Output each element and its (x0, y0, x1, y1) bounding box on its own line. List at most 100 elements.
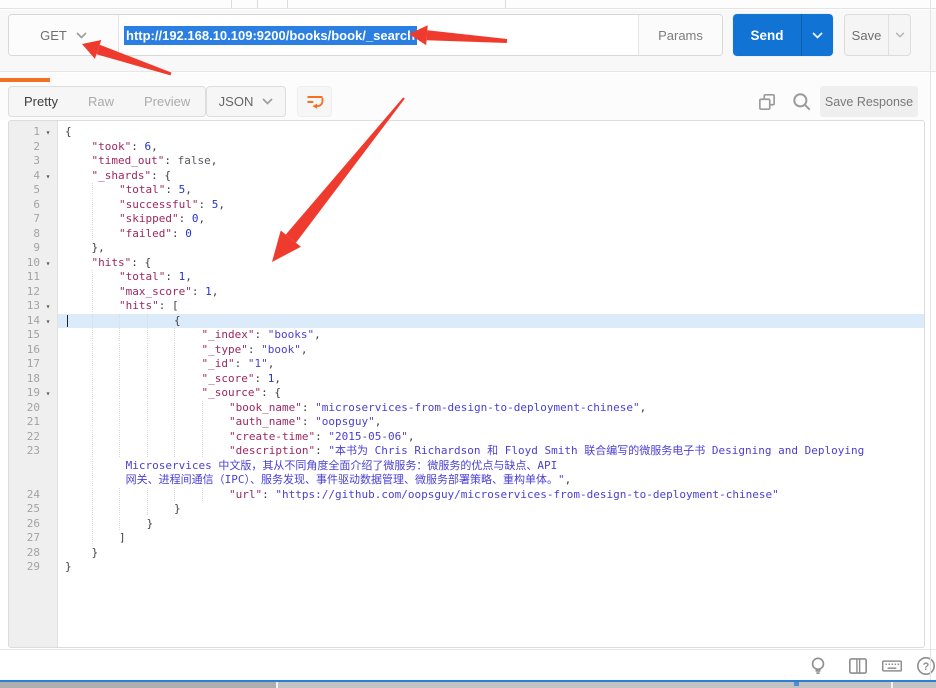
code-line-content: "failed": 0 (58, 227, 924, 242)
line-number: 23 (9, 444, 40, 459)
wrap-text-icon (305, 92, 325, 112)
response-body-editor[interactable]: 1▾{2 "took": 6,3 "timed_out": false,4▾ "… (8, 120, 925, 648)
save-response-button[interactable]: Save Response (820, 86, 918, 117)
background-window-tab (0, 682, 276, 688)
status-bar: ? (0, 649, 936, 680)
help-icon[interactable]: ? (914, 654, 936, 678)
request-tabs-strip (0, 0, 936, 9)
send-button[interactable]: Send (733, 14, 801, 56)
code-line-content: "auth_name": "oopsguy", (58, 415, 924, 430)
line-number-cell: 26 (9, 517, 58, 532)
line-number: 25 (9, 502, 40, 517)
send-options-dropdown[interactable] (801, 14, 833, 56)
line-number-cell: 13▾ (9, 299, 58, 314)
save-options-dropdown[interactable] (888, 15, 910, 55)
fold-toggle-icon[interactable]: ▾ (40, 169, 56, 184)
line-number-cell: 12 (9, 285, 58, 300)
code-line: 网关、进程间通信（IPC）、服务发现、事件驱动数据管理、微服务部署策略、重构单体… (9, 473, 924, 488)
line-number: 13 (9, 299, 40, 314)
code-line-content: "_score": 1, (58, 372, 924, 387)
line-number-cell: 15 (9, 328, 58, 343)
code-line-content: { (58, 314, 924, 329)
line-number: 5 (9, 183, 40, 198)
code-line-content: "hits": { (58, 256, 924, 271)
line-number: 4 (9, 169, 40, 184)
search-icon (791, 91, 813, 113)
line-number-cell: 2 (9, 140, 58, 155)
code-line: 26 } (9, 517, 924, 532)
text-cursor (67, 315, 68, 327)
fold-toggle-icon[interactable]: ▾ (40, 256, 56, 271)
code-line: 5 "total": 5, (9, 183, 924, 198)
chevron-down-icon (76, 32, 87, 39)
tab-pretty[interactable]: Pretty (9, 87, 73, 116)
line-number: 19 (9, 386, 40, 401)
code-line: 6 "successful": 5, (9, 198, 924, 213)
line-number-cell: 4▾ (9, 169, 58, 184)
line-number-cell: 17 (9, 357, 58, 372)
line-number: 3 (9, 154, 40, 169)
code-line-content: "timed_out": false, (58, 154, 924, 169)
code-line-content: "url": "https://github.com/oopsguy/micro… (58, 488, 924, 503)
line-number: 20 (9, 401, 40, 416)
params-button[interactable]: Params (638, 15, 722, 55)
tab-raw[interactable]: Raw (73, 87, 129, 116)
line-number-cell: 29 (9, 560, 58, 575)
line-number-cell (9, 459, 58, 474)
postman-app-window: GET http://192.168.10.109:9200/books/boo… (0, 0, 936, 688)
line-number: 9 (9, 241, 40, 256)
code-line-content: Microservices 中文版，其从不同角度全面介绍了微服务：微服务的优点与… (58, 459, 924, 474)
code-line: 16 "_type": "book", (9, 343, 924, 358)
line-number: 24 (9, 488, 40, 503)
code-line: 13▾ "hits": [ (9, 299, 924, 314)
code-line: 25 } (9, 502, 924, 517)
wrap-text-button[interactable] (297, 86, 332, 117)
fold-toggle-icon[interactable]: ▾ (40, 125, 56, 140)
tab-preview[interactable]: Preview (129, 87, 205, 116)
code-area: 1▾{2 "took": 6,3 "timed_out": false,4▾ "… (9, 121, 924, 575)
fold-toggle-icon[interactable]: ▾ (40, 299, 56, 314)
tab-divider (505, 0, 506, 8)
line-number: 21 (9, 415, 40, 430)
fold-toggle-icon[interactable]: ▾ (40, 386, 56, 401)
search-response-button[interactable] (791, 91, 813, 113)
chevron-down-icon (262, 98, 273, 105)
copy-response-button[interactable] (756, 91, 778, 113)
line-number: 18 (9, 372, 40, 387)
url-selected-text: http://192.168.10.109:9200/books/book/_s… (124, 26, 417, 45)
line-number: 12 (9, 285, 40, 300)
tab-divider (287, 0, 288, 8)
line-number: 10 (9, 256, 40, 271)
params-label: Params (658, 28, 703, 43)
line-number-cell: 14▾ (9, 314, 58, 329)
http-method-label: GET (40, 28, 67, 43)
response-view-tabs: Pretty Raw Preview (8, 86, 206, 117)
request-builder: GET http://192.168.10.109:9200/books/boo… (0, 10, 936, 72)
code-line: Microservices 中文版，其从不同角度全面介绍了微服务：微服务的优点与… (9, 459, 924, 474)
line-number-cell (9, 473, 58, 488)
code-line: 2 "took": 6, (9, 140, 924, 155)
url-input[interactable]: http://192.168.10.109:9200/books/book/_s… (119, 15, 638, 55)
line-number-cell: 16 (9, 343, 58, 358)
code-line-content: "skipped": 0, (58, 212, 924, 227)
chevron-down-icon (895, 32, 905, 38)
split-panes-icon[interactable] (846, 654, 870, 678)
code-line-content: "total": 1, (58, 270, 924, 285)
http-method-dropdown[interactable]: GET (9, 15, 119, 55)
line-number (9, 459, 40, 474)
save-button[interactable]: Save (845, 15, 888, 55)
line-number: 7 (9, 212, 40, 227)
line-number (9, 473, 40, 488)
code-line-content: "max_score": 1, (58, 285, 924, 300)
code-line: 4▾ "_shards": { (9, 169, 924, 184)
line-number: 6 (9, 198, 40, 213)
keyboard-shortcuts-icon[interactable] (880, 654, 904, 678)
line-number-cell: 25 (9, 502, 58, 517)
lightbulb-icon[interactable] (806, 654, 830, 678)
code-line: 9 }, (9, 241, 924, 256)
response-format-dropdown[interactable]: JSON (206, 86, 286, 117)
code-line-content: "took": 6, (58, 140, 924, 155)
fold-toggle-icon[interactable]: ▾ (40, 314, 56, 329)
line-number-cell: 9 (9, 241, 58, 256)
line-number: 15 (9, 328, 40, 343)
